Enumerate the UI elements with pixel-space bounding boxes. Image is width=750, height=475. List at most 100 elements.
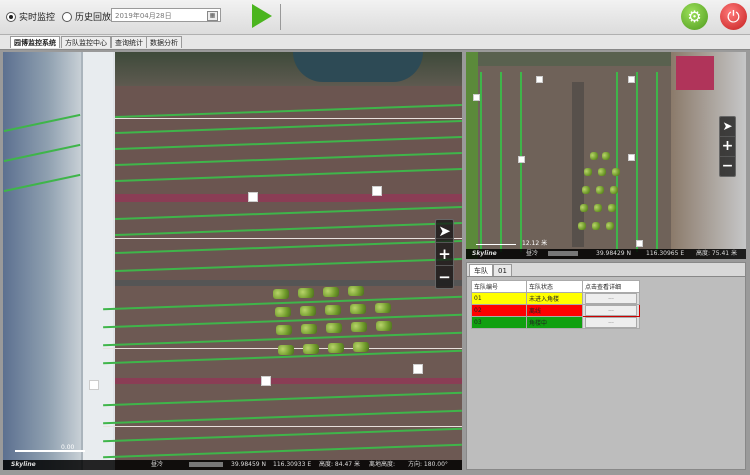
lane-line [616, 72, 618, 252]
flower-bed [612, 168, 620, 176]
play-button[interactable] [252, 4, 272, 28]
fleet-status: 离线 [526, 304, 583, 317]
divider-strip [103, 378, 462, 384]
vehicle-marker[interactable] [518, 156, 525, 163]
view-detail-button[interactable]: ... [585, 317, 637, 328]
flower-bed [582, 186, 590, 194]
tab-park-monitor[interactable]: 园博监控系统 [10, 36, 60, 48]
flower-bed [276, 325, 292, 335]
progress-bar [548, 251, 578, 256]
fleet-panel: 车队 01 车队编号 车队状态 点击查看详细 01 未进入角楼 ... 02 离… [466, 262, 746, 470]
map-left-green [466, 52, 478, 259]
flower-bed [273, 289, 289, 299]
main-map-view[interactable]: ➤ + − 0.00 Skyline 昼冷 39.98459 N 116.309… [3, 52, 462, 470]
flower-bed [606, 222, 614, 230]
mode-history-radio[interactable]: 历史回放 [62, 10, 111, 23]
vehicle-marker[interactable] [248, 192, 258, 202]
altitude-label: 高度: 84.47 米 [319, 461, 361, 468]
tab-fleet[interactable]: 车队 [469, 264, 493, 276]
flower-bed [348, 286, 364, 296]
tab-data-analysis[interactable]: 数据分析 [146, 36, 182, 48]
vehicle-marker[interactable] [628, 76, 635, 83]
mode-realtime-radio[interactable]: 实时监控 [6, 10, 55, 23]
map-lake [293, 52, 423, 82]
table-row[interactable]: 03 角楼中 ... [471, 316, 640, 329]
settings-button[interactable]: ⚙ [681, 3, 708, 30]
flower-bed [610, 186, 618, 194]
detail-cell: ... [582, 292, 640, 305]
main-tabs: 园博监控系统 方队监控中心 查询统计 数据分析 [0, 35, 750, 50]
skyline-brand: Skyline [11, 461, 36, 468]
flower-bed [596, 186, 604, 194]
column-header: 车队编号 [471, 280, 527, 293]
divider-strip [113, 280, 462, 286]
radio-unchecked-icon [62, 11, 72, 22]
divider-strip [113, 194, 462, 202]
lane-line [636, 72, 638, 252]
vehicle-marker[interactable] [372, 186, 382, 196]
vehicle-marker[interactable] [628, 154, 635, 161]
weather-label: 昼冷 [151, 461, 164, 468]
detail-cell: ... [582, 304, 640, 317]
tab-team-monitor[interactable]: 方队监控中心 [61, 36, 111, 48]
mode-realtime-label: 实时监控 [19, 13, 56, 23]
latitude-label: 39.98429 N [596, 250, 632, 257]
mini-map-view[interactable]: ➤ + − 12.12 米 Skyline 昼冷 39.98429 N 116.… [466, 52, 746, 259]
toolbar-divider [280, 4, 281, 30]
direction-label: 方向: 180.00° [408, 461, 448, 468]
date-value: 2019年04月28日 [115, 12, 172, 20]
flower-bed [598, 168, 606, 176]
flower-bed [301, 324, 317, 334]
power-button[interactable]: ⏻ [720, 3, 747, 30]
fleet-table: 车队编号 车队状态 点击查看详细 01 未进入角楼 ... 02 离线 ... … [471, 280, 640, 329]
altitude-label: 高度: 75.41 米 [696, 250, 738, 257]
skyline-brand: Skyline [472, 250, 497, 257]
latitude-label: 39.98459 N [231, 461, 267, 468]
tab-fleet-01[interactable]: 01 [493, 264, 512, 276]
vehicle-marker[interactable] [536, 76, 543, 83]
column-header: 车队状态 [526, 280, 583, 293]
flower-bed [602, 152, 610, 160]
vehicle-marker[interactable] [413, 364, 423, 374]
flower-bed [584, 168, 592, 176]
mini-map-statusbar: Skyline 昼冷 39.98429 N 116.30965 E 高度: 75… [466, 249, 746, 259]
compass-icon[interactable]: ➤ [720, 117, 735, 137]
vehicle-marker[interactable] [261, 376, 271, 386]
flower-bed [350, 304, 366, 314]
progress-bar [189, 462, 223, 467]
longitude-label: 116.30933 E [273, 461, 312, 468]
column-header: 点击查看详细 [582, 280, 640, 293]
gear-icon: ⚙ [687, 7, 702, 26]
table-row[interactable]: 01 未进入角楼 ... [471, 292, 640, 305]
flower-bed [376, 321, 392, 331]
compass-icon[interactable]: ➤ [436, 220, 453, 243]
date-picker[interactable]: 2019年04月28日 ▦ [111, 8, 221, 22]
flower-bed [325, 305, 341, 315]
fleet-panel-tabs: 车队 01 [467, 263, 745, 277]
flower-bed [328, 343, 344, 353]
table-row[interactable]: 02 离线 ... [471, 304, 640, 317]
view-detail-button[interactable]: ... [585, 293, 637, 304]
view-detail-button[interactable]: ... [585, 305, 637, 316]
longitude-label: 116.30965 E [646, 250, 685, 257]
zoom-in-icon[interactable]: + [436, 243, 453, 266]
fleet-id: 01 [471, 292, 527, 305]
calendar-icon[interactable]: ▦ [207, 11, 218, 21]
vehicle-marker[interactable] [473, 94, 480, 101]
radio-checked-icon [6, 11, 16, 22]
tab-query-stats[interactable]: 查询统计 [111, 36, 147, 48]
zoom-out-icon[interactable]: − [436, 266, 453, 288]
map-red-roof [676, 56, 714, 90]
mini-map-nav-control: ➤ + − [719, 116, 736, 177]
scale-bar [15, 450, 85, 452]
vehicle-marker[interactable] [89, 380, 99, 390]
zoom-out-icon[interactable]: − [720, 157, 735, 176]
flower-bed [278, 345, 294, 355]
zoom-in-icon[interactable]: + [720, 137, 735, 157]
road-marking [115, 118, 462, 119]
weather-label: 昼冷 [526, 250, 539, 257]
vehicle-marker[interactable] [636, 240, 643, 247]
flower-bed [323, 287, 339, 297]
flower-bed [608, 204, 616, 212]
lane-line [500, 72, 502, 252]
